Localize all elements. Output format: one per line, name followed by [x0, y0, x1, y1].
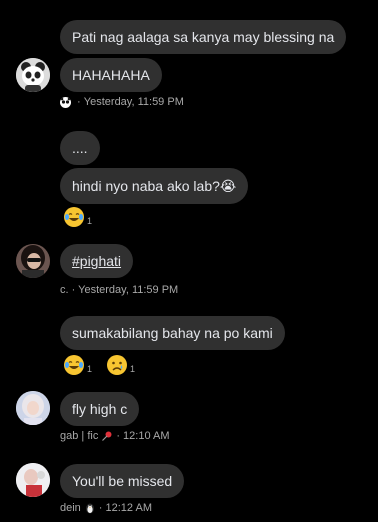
- message-bubble[interactable]: sumakabilang bahay na po kami: [60, 316, 285, 350]
- message-meta: c. · Yesterday, 11:59 PM: [60, 284, 178, 296]
- message-meta: dein · 12:12 AM: [60, 502, 152, 514]
- avatar-dein[interactable]: [16, 463, 50, 497]
- sender-and-time: c. · Yesterday, 11:59 PM: [60, 284, 179, 296]
- penguin-icon: [84, 502, 96, 514]
- timestamp: · 12:10 AM: [116, 430, 170, 442]
- reaction-count: 1: [130, 364, 136, 374]
- meta-separator: ·: [74, 96, 84, 108]
- panda-icon: [60, 96, 71, 108]
- message-bubble[interactable]: Pati nag aalaga sa kanya may blessing na: [60, 20, 347, 54]
- sender-name: dein: [60, 502, 81, 514]
- avatar-gab[interactable]: [16, 391, 50, 425]
- message-meta: · Yesterday, 11:59 PM: [60, 96, 184, 108]
- message-bubble[interactable]: ....: [60, 131, 100, 165]
- message-bubble[interactable]: #pighati: [60, 244, 134, 278]
- timestamp: Yesterday, 11:59 PM: [83, 96, 184, 108]
- reaction-count: 1: [87, 216, 93, 226]
- crying-face-icon: [107, 355, 127, 375]
- message-bubble[interactable]: hindi nyo naba ako lab?😭: [60, 168, 249, 204]
- avatar-panda[interactable]: [16, 58, 50, 92]
- reaction-group[interactable]: 1: [64, 355, 92, 375]
- reaction-group[interactable]: 1: [107, 355, 135, 375]
- hashtag-link[interactable]: #pighati: [72, 253, 121, 269]
- sender-name: gab | fic: [60, 430, 99, 442]
- profile-photo-icon: [16, 463, 50, 497]
- profile-photo-icon: [16, 391, 50, 425]
- message-meta: gab | fic · 12:10 AM: [60, 430, 170, 442]
- panda-icon: [16, 58, 50, 92]
- message-bubble[interactable]: fly high c: [60, 392, 140, 426]
- reaction-count: 1: [87, 364, 93, 374]
- profile-photo-icon: [16, 244, 50, 278]
- face-with-tears-of-joy-icon: [64, 355, 84, 375]
- message-bubble[interactable]: HAHAHAHA: [60, 58, 162, 92]
- reaction-group[interactable]: 1: [64, 207, 92, 227]
- timestamp: · 12:12 AM: [98, 502, 152, 514]
- pushpin-icon: [101, 430, 113, 442]
- avatar-c[interactable]: [16, 244, 50, 278]
- message-bubble[interactable]: You'll be missed: [60, 464, 185, 498]
- face-with-tears-of-joy-icon: [64, 207, 84, 227]
